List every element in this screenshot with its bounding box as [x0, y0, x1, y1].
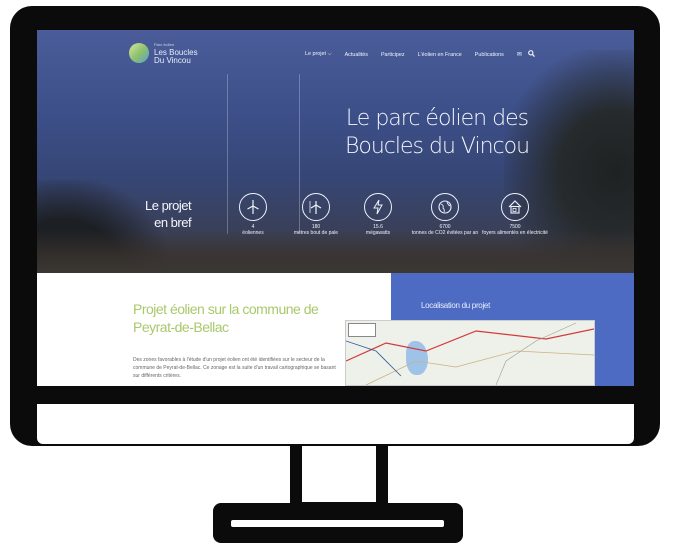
stat-label: tonnes de CO2 évitées par an	[411, 230, 479, 236]
wind-turbine-icon	[239, 193, 267, 221]
nav-item-publications[interactable]: Publications	[475, 52, 504, 58]
nav-item-actualites[interactable]: Actualités	[345, 52, 368, 58]
hero-section: Parc éolien Les Boucles Du Vincou Le pro…	[37, 30, 634, 273]
hero-title-line1: Le parc éolien des	[345, 106, 529, 131]
projet-en-bref-label: Le projet en bref	[145, 197, 192, 231]
logo-small-text: Parc éolien	[154, 42, 175, 47]
lightning-icon	[364, 193, 392, 221]
project-text: Des zones favorables à l'étude d'un proj…	[133, 357, 336, 379]
house-icon	[501, 193, 529, 221]
project-map[interactable]	[345, 320, 595, 386]
stat-label: foyers alimentés en électricité	[482, 230, 548, 236]
logo-icon	[129, 43, 149, 63]
map-roads	[346, 322, 594, 385]
monitor-base-slot	[231, 520, 444, 527]
stat-foyers: 7500 foyers alimentés en électricité	[475, 193, 555, 236]
project-heading: Projet éolien sur la commune de Peyrat-d…	[133, 301, 319, 335]
bref-line1: Le projet	[145, 198, 192, 213]
monitor-neck-inner	[302, 446, 376, 502]
logo-text: Parc éolien Les Boucles Du Vincou	[154, 41, 198, 65]
bref-line2: en bref	[154, 215, 192, 230]
monitor-chin	[37, 404, 634, 444]
turbine-height-icon	[302, 193, 330, 221]
nav-menu: Le projet ⌵ Actualités Participez L'éoli…	[305, 50, 541, 59]
nav-item-le-projet[interactable]: Le projet ⌵	[305, 51, 332, 58]
hero-title-line2: Boucles du Vincou	[344, 134, 530, 159]
nav-item-participez[interactable]: Participez	[381, 52, 405, 58]
envelope-icon[interactable]: ✉	[517, 51, 522, 58]
navbar: Parc éolien Les Boucles Du Vincou Le pro…	[37, 30, 634, 70]
ground	[37, 230, 634, 273]
nav-item-eolien-en-france[interactable]: L'éolien en France	[418, 52, 462, 58]
search-icon[interactable]	[528, 50, 535, 59]
site-logo[interactable]: Parc éolien Les Boucles Du Vincou	[129, 41, 198, 65]
globe-icon	[431, 193, 459, 221]
location-title: Localisation du projet	[421, 301, 491, 310]
stat-co2: 6700 tonnes de CO2 évitées par an	[405, 193, 485, 236]
hero-title: Le parc éolien des Boucles du Vincou	[337, 105, 537, 161]
logo-line2: Du Vincou	[154, 56, 191, 65]
